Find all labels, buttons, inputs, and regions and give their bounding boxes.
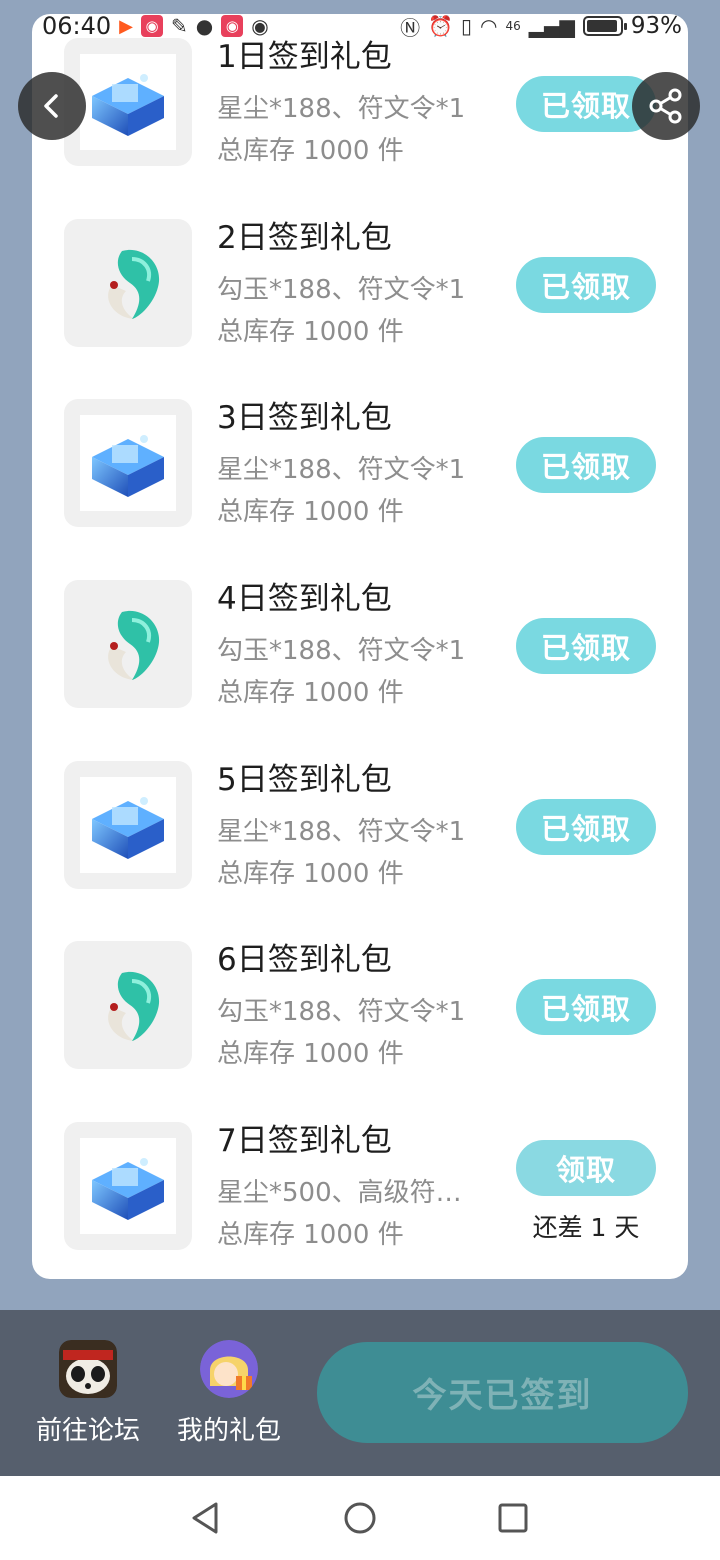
- status-left: 06:40 ▶ ◉ ✎ ● ◉ ◉: [42, 12, 269, 40]
- jade-magatama-icon: [108, 610, 160, 680]
- kuaishou-app-icon: ◉: [141, 15, 164, 37]
- blue-chest-icon: [92, 435, 164, 497]
- battery-icon: [582, 16, 627, 36]
- blue-chest-icon: [92, 1158, 164, 1220]
- battery-percent: 93%: [630, 13, 682, 39]
- gift-icon-frame: [64, 941, 192, 1069]
- gift-icon-frame: [64, 580, 192, 708]
- gift-icon-frame: [64, 1122, 192, 1250]
- gift-row: 3日签到礼包 星尘*188、符文令*1 总库存 1000 件 已领取: [32, 399, 688, 529]
- share-icon: [649, 88, 682, 124]
- gift-desc: 星尘*188、符文令*1: [217, 94, 466, 124]
- gift-stock: 总库存 1000 件: [217, 859, 404, 889]
- jade-magatama-icon: [108, 249, 160, 319]
- claimed-button[interactable]: 已领取: [516, 799, 656, 855]
- gift-stock: 总库存 1000 件: [217, 1220, 404, 1250]
- nfc-icon: Ⓝ: [400, 15, 421, 40]
- back-button[interactable]: [18, 72, 86, 140]
- gift-list-card: 1日签到礼包 星尘*188、符文令*1 总库存 1000 件 已领取 2日签到礼…: [32, 14, 688, 1279]
- qq-app-icon: ●: [195, 14, 214, 38]
- gift-title: 4日签到礼包: [217, 581, 392, 617]
- status-bar: 06:40 ▶ ◉ ✎ ● ◉ ◉ Ⓝ ⏰ ▯ ◠ 46 ▂▄▆ 93%: [0, 0, 720, 52]
- gift-stock: 总库存 1000 件: [217, 497, 404, 527]
- gift-row: 6日签到礼包 勾玉*188、符文令*1 总库存 1000 件 已领取: [32, 941, 688, 1071]
- claimed-button[interactable]: 已领取: [516, 618, 656, 674]
- gift-row: 2日签到礼包 勾玉*188、符文令*1 总库存 1000 件 已领取: [32, 219, 688, 349]
- system-nav-bar: [0, 1476, 720, 1560]
- gift-title: 3日签到礼包: [217, 400, 392, 436]
- nav-home-icon[interactable]: [342, 1500, 378, 1536]
- gift-title: 7日签到礼包: [217, 1123, 392, 1159]
- wifi-icon: ◠: [479, 14, 498, 38]
- my-gifts-label: 我的礼包: [176, 1416, 281, 1446]
- gift-stock: 总库存 1000 件: [217, 678, 404, 708]
- nav-back-icon[interactable]: [188, 1500, 224, 1536]
- blue-chest-icon: [92, 797, 164, 859]
- gift-stock: 总库存 1000 件: [217, 136, 404, 166]
- status-right: Ⓝ ⏰ ▯ ◠ 46 ▂▄▆ 93%: [400, 12, 682, 41]
- bottom-bar: 前往论坛 我的礼包 今天已签到: [0, 1310, 720, 1476]
- days-remaining-text: 还差 1 天: [532, 1213, 640, 1242]
- forum-button[interactable]: 前往论坛: [28, 1340, 148, 1447]
- gift-row: 7日签到礼包 星尘*500、高级符… 总库存 1000 件 领取 还差 1 天: [32, 1122, 688, 1252]
- status-time: 06:40: [42, 12, 112, 40]
- vibrate-icon: ▯: [460, 14, 472, 38]
- blue-chest-icon: [92, 74, 164, 136]
- alarm-icon: ⏰: [428, 14, 453, 38]
- gift-row: 5日签到礼包 星尘*188、符文令*1 总库存 1000 件 已领取: [32, 761, 688, 891]
- signal-icon: ▂▄▆: [528, 14, 575, 38]
- gift-icon-frame: [64, 761, 192, 889]
- claimed-button[interactable]: 已领取: [516, 437, 656, 493]
- jade-magatama-icon: [108, 971, 160, 1041]
- gift-character-icon: [200, 1340, 258, 1398]
- network-type-label: 46: [505, 19, 521, 33]
- video-app-icon: ▶: [119, 15, 134, 37]
- gift-title: 5日签到礼包: [217, 762, 392, 798]
- claim-button[interactable]: 领取: [516, 1140, 656, 1196]
- gift-stock: 总库存 1000 件: [217, 1039, 404, 1069]
- share-button[interactable]: [632, 72, 700, 140]
- gift-row: 1日签到礼包 星尘*188、符文令*1 总库存 1000 件 已领取: [32, 38, 688, 168]
- claimed-button[interactable]: 已领取: [516, 979, 656, 1035]
- gift-title: 2日签到礼包: [217, 220, 392, 256]
- gift-stock: 总库存 1000 件: [217, 317, 404, 347]
- forum-label: 前往论坛: [35, 1416, 140, 1446]
- gift-desc: 勾玉*188、符文令*1: [217, 636, 466, 666]
- gift-title: 6日签到礼包: [217, 942, 392, 978]
- gift-desc: 星尘*188、符文令*1: [217, 455, 466, 485]
- gift-desc: 星尘*500、高级符…: [217, 1178, 462, 1208]
- my-gifts-button[interactable]: 我的礼包: [169, 1340, 289, 1447]
- kuaishou-app-icon-2: ◉: [221, 15, 244, 37]
- gift-row: 4日签到礼包 勾玉*188、符文令*1 总库存 1000 件 已领取: [32, 580, 688, 710]
- nav-recents-icon[interactable]: [495, 1500, 531, 1536]
- translate-app-icon: ✎: [171, 14, 188, 38]
- gift-desc: 勾玉*188、符文令*1: [217, 275, 466, 305]
- gift-desc: 星尘*188、符文令*1: [217, 817, 466, 847]
- eye-icon: ◉: [251, 14, 269, 38]
- gift-icon-frame: [64, 399, 192, 527]
- claimed-button[interactable]: 已领取: [516, 257, 656, 313]
- signed-in-button[interactable]: 今天已签到: [317, 1342, 688, 1443]
- game-forum-icon: [59, 1340, 117, 1398]
- gift-desc: 勾玉*188、符文令*1: [217, 997, 466, 1027]
- chevron-left-icon: [44, 94, 58, 118]
- gift-icon-frame: [64, 219, 192, 347]
